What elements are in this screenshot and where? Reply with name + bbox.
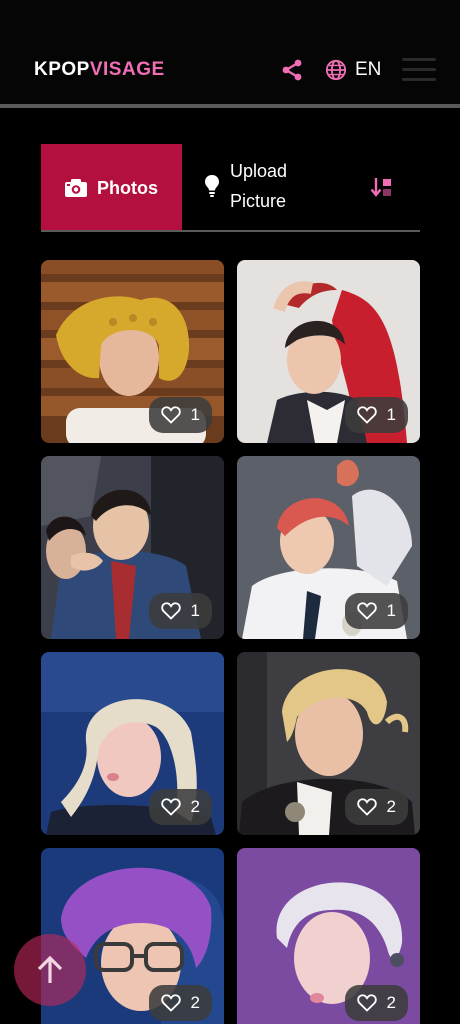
- tab-upload-label: Upload Picture: [230, 161, 288, 211]
- lightbulb-icon: [205, 175, 219, 197]
- heart-icon: [356, 994, 377, 1012]
- language-selector[interactable]: EN: [325, 56, 381, 84]
- like-button[interactable]: 2: [344, 789, 408, 825]
- like-count: 1: [386, 601, 396, 620]
- photo-card[interactable]: 1: [237, 456, 420, 639]
- like-count: 2: [190, 797, 200, 816]
- photo-card[interactable]: 1: [237, 260, 420, 443]
- heart-icon: [356, 406, 377, 424]
- like-count: 2: [386, 797, 396, 816]
- like-button[interactable]: 1: [344, 397, 408, 433]
- photo-card[interactable]: 1: [41, 456, 224, 639]
- heart-icon: [160, 602, 181, 620]
- like-count: 1: [190, 405, 200, 424]
- like-button[interactable]: 2: [148, 789, 212, 825]
- globe-icon: [325, 59, 347, 81]
- heart-icon: [356, 602, 377, 620]
- photo-card[interactable]: 1: [41, 260, 224, 443]
- logo-text-visage: VISAGE: [89, 59, 165, 80]
- logo[interactable]: KPOPVISAGE: [34, 58, 165, 82]
- tab-upload-picture[interactable]: Upload Picture: [204, 156, 340, 216]
- like-button[interactable]: 1: [344, 593, 408, 629]
- hamburger-menu-icon[interactable]: [402, 58, 436, 82]
- language-label: EN: [355, 59, 382, 80]
- tabs-divider: [41, 230, 420, 232]
- camera-icon: [65, 179, 87, 197]
- photo-card[interactable]: 2: [237, 652, 420, 835]
- logo-text-kpop: KPOP: [34, 59, 90, 80]
- like-button[interactable]: 1: [148, 593, 212, 629]
- tab-photos-label: Photos: [97, 177, 158, 198]
- heart-icon: [160, 798, 181, 816]
- photo-card[interactable]: 2: [237, 848, 420, 1024]
- share-icon[interactable]: [280, 58, 304, 82]
- heart-icon: [356, 798, 377, 816]
- like-count: 2: [190, 993, 200, 1012]
- like-button[interactable]: 1: [148, 397, 212, 433]
- tab-photos[interactable]: Photos: [41, 144, 182, 232]
- scroll-to-top-button[interactable]: [14, 934, 86, 1006]
- like-button[interactable]: 2: [148, 985, 212, 1021]
- heart-icon: [160, 994, 181, 1012]
- photo-card[interactable]: 2: [41, 652, 224, 835]
- like-count: 1: [386, 405, 396, 424]
- tab-bar: Photos Upload Picture: [41, 144, 420, 232]
- page: KPOPVISAGE EN Photos Upload Picture 1 1 …: [0, 0, 460, 1024]
- like-count: 1: [190, 601, 200, 620]
- heart-icon: [160, 406, 181, 424]
- arrow-up-icon: [37, 955, 63, 983]
- like-count: 2: [386, 993, 396, 1012]
- sort-icon[interactable]: [370, 176, 394, 200]
- like-button[interactable]: 2: [344, 985, 408, 1021]
- header-divider: [0, 104, 460, 108]
- top-bar: KPOPVISAGE EN: [0, 0, 460, 106]
